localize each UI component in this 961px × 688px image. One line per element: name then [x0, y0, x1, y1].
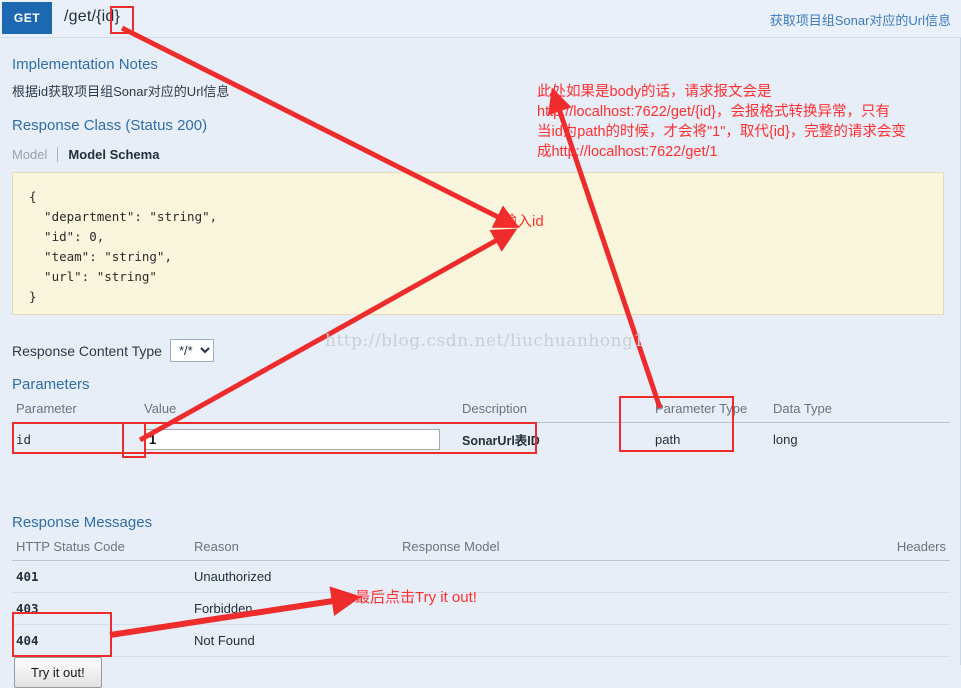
tab-model-schema[interactable]: Model Schema	[57, 147, 169, 162]
param-data-type: long	[773, 432, 798, 447]
col-parameter: Parameter	[12, 399, 140, 423]
implementation-notes-title: Implementation Notes	[12, 56, 158, 73]
col-data-type: Data Type	[769, 399, 950, 423]
response-content-type-label: Response Content Type	[12, 342, 162, 359]
model-schema-json: { "department": "string", "id": 0, "team…	[29, 189, 218, 304]
operation-path[interactable]: /get/{id}	[64, 8, 120, 26]
watermark-text: http://blog.csdn.net/liuchuanhong1	[325, 331, 645, 351]
try-it-out-button[interactable]: Try it out!	[14, 657, 102, 688]
status-code: 404	[12, 624, 190, 657]
response-messages-title: Response Messages	[12, 514, 153, 531]
table-row: 403 Forbidden	[12, 592, 950, 625]
response-class-title: Response Class (Status 200)	[12, 117, 208, 134]
col-description: Description	[458, 399, 651, 423]
status-headers	[826, 592, 950, 625]
status-model	[398, 560, 826, 593]
status-model	[398, 624, 826, 657]
http-method-badge: GET	[2, 2, 52, 34]
operation-header[interactable]: GET /get/{id} 获取项目组Sonar对应的Url信息	[0, 0, 961, 38]
status-headers	[826, 624, 950, 657]
param-name: id	[16, 432, 32, 447]
response-content-type-select[interactable]: */*	[169, 339, 214, 362]
tab-model[interactable]: Model	[12, 147, 57, 162]
response-messages-header-row: HTTP Status Code Reason Response Model H…	[12, 537, 950, 561]
param-description: SonarUrl表ID	[462, 434, 540, 448]
param-value-cell	[140, 423, 458, 457]
param-value-input[interactable]	[144, 429, 440, 450]
status-reason: Not Found	[190, 624, 398, 657]
col-headers: Headers	[826, 537, 950, 561]
col-value: Value	[140, 399, 458, 423]
operation-summary[interactable]: 获取项目组Sonar对应的Url信息	[770, 10, 951, 29]
table-row: id SonarUrl表ID path long	[12, 423, 950, 457]
model-schema-box[interactable]: { "department": "string", "id": 0, "team…	[12, 172, 944, 315]
parameters-table: Parameter Value Description Parameter Ty…	[12, 399, 950, 456]
param-type: path	[655, 432, 681, 447]
col-response-model: Response Model	[398, 537, 826, 561]
status-code: 403	[12, 592, 190, 625]
parameters-title: Parameters	[12, 376, 90, 393]
table-row: 401 Unauthorized	[12, 560, 950, 593]
model-tabs: Model Model Schema	[12, 147, 169, 162]
table-row: 404 Not Found	[12, 624, 950, 657]
col-parameter-type: Parameter Type	[651, 399, 769, 423]
response-messages-table: HTTP Status Code Reason Response Model H…	[12, 537, 950, 657]
status-reason: Forbidden	[190, 592, 398, 625]
swagger-operation-page: GET /get/{id} 获取项目组Sonar对应的Url信息 Impleme…	[0, 0, 961, 688]
status-headers	[826, 560, 950, 593]
status-reason: Unauthorized	[190, 560, 398, 593]
status-code: 401	[12, 560, 190, 593]
status-model	[398, 592, 826, 625]
response-content-type-row: Response Content Type */*	[12, 339, 214, 362]
parameters-header-row: Parameter Value Description Parameter Ty…	[12, 399, 950, 423]
col-reason: Reason	[190, 537, 398, 561]
annotation-body-note: 此处如果是body的话，请求报文会是 http://localhost:7622…	[537, 84, 906, 160]
implementation-notes-body: 根据id获取项目组Sonar对应的Url信息	[12, 84, 230, 99]
col-http-status-code: HTTP Status Code	[12, 537, 190, 561]
